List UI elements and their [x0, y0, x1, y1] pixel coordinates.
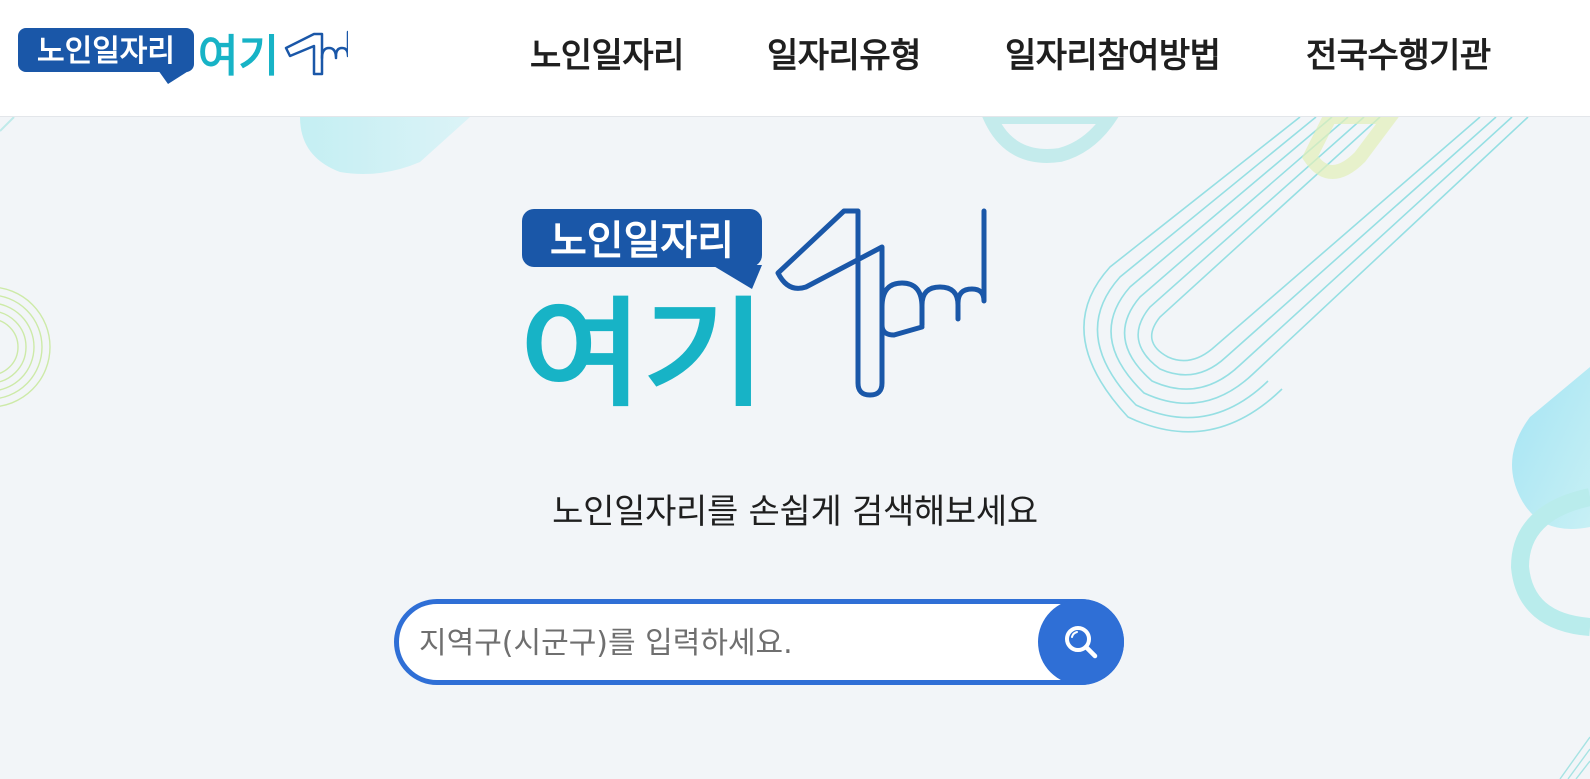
nav-item-senior-jobs[interactable]: 노인일자리 — [530, 34, 684, 78]
search-button[interactable] — [1038, 599, 1124, 685]
site-header: 노인일자리 여기 노인일자리 일자리유형 일자리참여방법 전국수행기관 — [0, 0, 1590, 117]
pointing-hand-icon — [775, 208, 987, 398]
main-nav: 노인일자리 일자리유형 일자리참여방법 전국수행기관 — [0, 0, 1590, 116]
nav-item-how-to-participate[interactable]: 일자리참여방법 — [1005, 34, 1221, 78]
nav-item-agencies[interactable]: 전국수행기관 — [1306, 34, 1491, 78]
hero-tagline: 노인일자리를 손쉽게 검색해보세요 — [552, 492, 1038, 532]
hero-section: 노인일자리 여기 노인일자리를 손쉽게 검색해보세요 — [0, 117, 1590, 779]
hero-logo: 노인일자리 여기 — [516, 207, 1006, 423]
hero-logo-badge-text: 노인일자리 — [550, 218, 734, 264]
search-icon — [1065, 626, 1098, 659]
search-input[interactable] — [417, 614, 1021, 672]
hero-logo-main-text: 여기 — [520, 285, 766, 407]
nav-item-job-types[interactable]: 일자리유형 — [767, 34, 921, 78]
search-bar — [394, 599, 1124, 685]
